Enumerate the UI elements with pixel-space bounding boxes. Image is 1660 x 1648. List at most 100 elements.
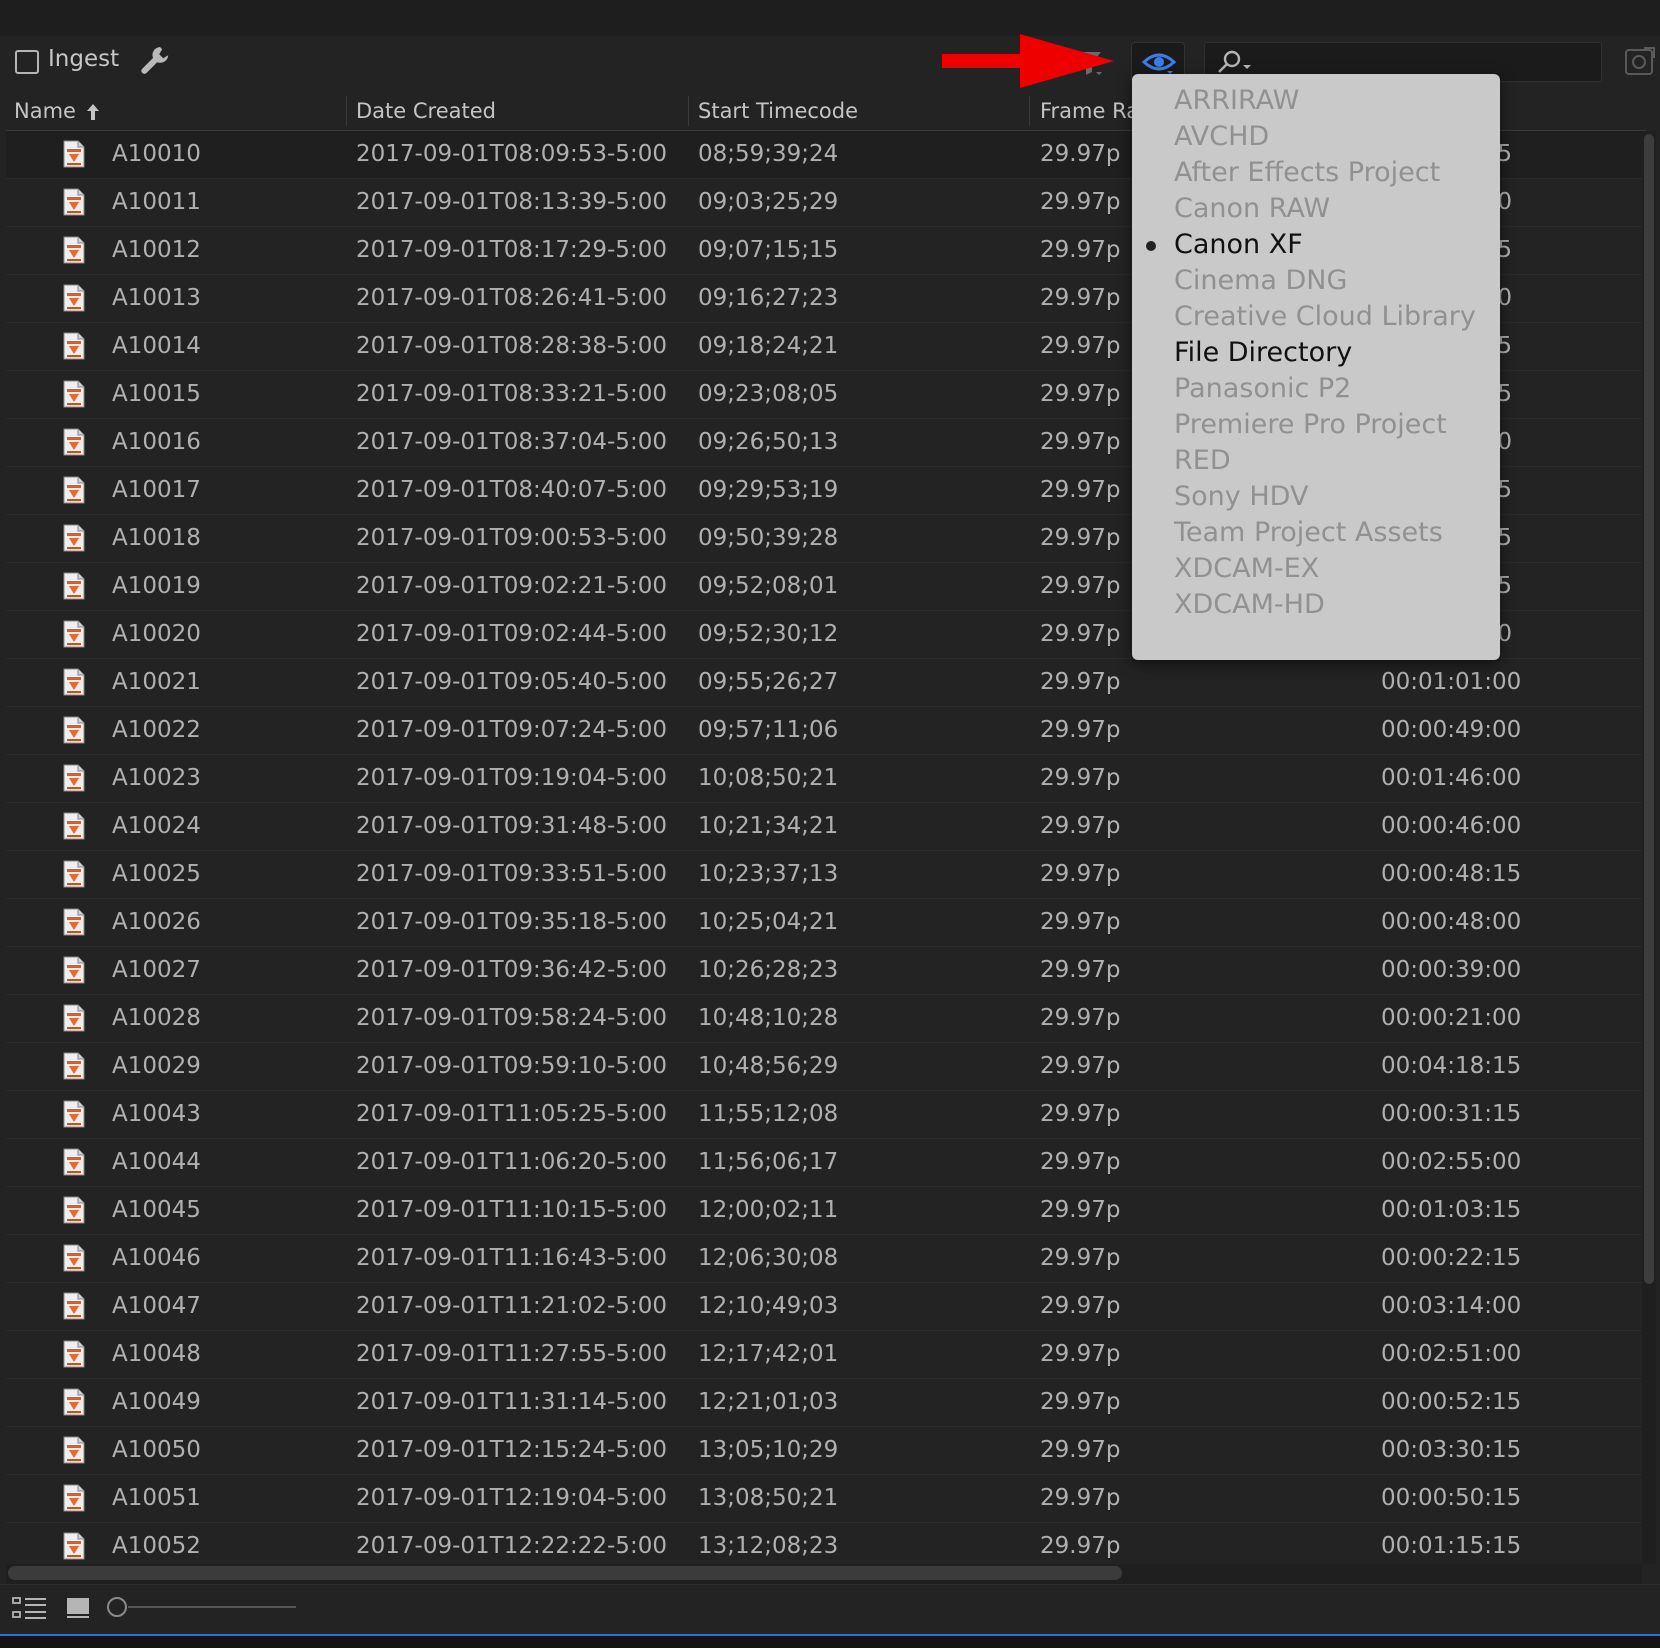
clip-media-duration: 00:03:14:00: [1381, 1293, 1522, 1319]
list-view-icon[interactable]: [12, 1596, 48, 1622]
bottom-strip: [0, 1636, 1660, 1648]
table-row[interactable]: A10046 2017-09-01T11:16:43-5:00 12;06;30…: [6, 1235, 1642, 1283]
table-row[interactable]: A10048 2017-09-01T11:27:55-5:00 12;17;42…: [6, 1331, 1642, 1379]
window-top-band: [0, 0, 1660, 36]
clip-frame-rate: 29.97p: [1040, 1293, 1121, 1319]
table-row[interactable]: A10024 2017-09-01T09:31:48-5:00 10;21;34…: [6, 803, 1642, 851]
clip-frame-rate: 29.97p: [1040, 1437, 1121, 1463]
clip-name: A10024: [112, 813, 201, 839]
column-header-date-created[interactable]: Date Created: [356, 92, 676, 130]
table-row[interactable]: A10026 2017-09-01T09:35:18-5:00 10;25;04…: [6, 899, 1642, 947]
clip-name: A10044: [112, 1149, 201, 1175]
clip-file-icon: [63, 956, 85, 984]
column-divider[interactable]: [1029, 96, 1030, 126]
format-option[interactable]: RED: [1174, 442, 1231, 480]
clip-start-timecode: 10;48;10;28: [698, 1005, 839, 1031]
clip-file-icon: [63, 860, 85, 888]
ingest-checkbox[interactable]: [15, 50, 39, 74]
clip-name: A10051: [112, 1485, 201, 1511]
clip-media-duration: 00:04:18:15: [1381, 1053, 1522, 1079]
format-option[interactable]: After Effects Project: [1174, 154, 1440, 192]
column-header-name[interactable]: Name: [14, 92, 324, 130]
table-row[interactable]: A10023 2017-09-01T09:19:04-5:00 10;08;50…: [6, 755, 1642, 803]
clip-file-icon: [63, 140, 85, 168]
clip-date-created: 2017-09-01T08:28:38-5:00: [356, 333, 667, 359]
clip-start-timecode: 09;29;53;19: [698, 477, 839, 503]
clip-start-timecode: 11;56;06;17: [698, 1149, 839, 1175]
format-option[interactable]: AVCHD: [1174, 118, 1269, 156]
clip-media-duration: 00:00:48:00: [1381, 909, 1522, 935]
clip-media-duration: 00:03:30:15: [1381, 1437, 1522, 1463]
clip-frame-rate: 29.97p: [1040, 1197, 1121, 1223]
clip-file-icon: [63, 524, 85, 552]
format-option[interactable]: Creative Cloud Library: [1174, 298, 1476, 336]
column-header-start-timecode[interactable]: Start Timecode: [698, 92, 1018, 130]
clip-name: A10047: [112, 1293, 201, 1319]
clip-media-duration: 00:00:49:00: [1381, 717, 1522, 743]
icon-view-icon[interactable]: [66, 1596, 90, 1620]
clip-frame-rate: 29.97p: [1040, 813, 1121, 839]
clip-name: A10046: [112, 1245, 201, 1271]
clip-start-timecode: 10;25;04;21: [698, 909, 839, 935]
clip-start-timecode: 12;17;42;01: [698, 1341, 839, 1367]
table-row[interactable]: A10051 2017-09-01T12:19:04-5:00 13;08;50…: [6, 1475, 1642, 1523]
format-option[interactable]: Premiere Pro Project: [1174, 406, 1447, 444]
zoom-slider[interactable]: [128, 1606, 296, 1608]
clip-frame-rate: 29.97p: [1040, 1149, 1121, 1175]
column-divider[interactable]: [346, 96, 347, 126]
clip-date-created: 2017-09-01T09:58:24-5:00: [356, 1005, 667, 1031]
clip-file-icon: [63, 1052, 85, 1080]
clip-frame-rate: 29.97p: [1040, 381, 1121, 407]
column-header-frame-rate[interactable]: Frame Ra: [1040, 92, 1140, 130]
clip-name: A10026: [112, 909, 201, 935]
wrench-icon[interactable]: [138, 44, 172, 78]
clip-file-icon: [63, 1244, 85, 1272]
table-row[interactable]: A10050 2017-09-01T12:15:24-5:00 13;05;10…: [6, 1427, 1642, 1475]
clip-file-icon: [63, 1100, 85, 1128]
table-row[interactable]: A10044 2017-09-01T11:06:20-5:00 11;56;06…: [6, 1139, 1642, 1187]
clip-name: A10029: [112, 1053, 201, 1079]
format-option[interactable]: XDCAM-EX: [1174, 550, 1319, 588]
table-row[interactable]: A10028 2017-09-01T09:58:24-5:00 10;48;10…: [6, 995, 1642, 1043]
table-row[interactable]: A10049 2017-09-01T11:31:14-5:00 12;21;01…: [6, 1379, 1642, 1427]
clip-date-created: 2017-09-01T09:35:18-5:00: [356, 909, 667, 935]
column-divider[interactable]: [688, 96, 689, 126]
table-row[interactable]: A10043 2017-09-01T11:05:25-5:00 11;55;12…: [6, 1091, 1642, 1139]
format-option[interactable]: Panasonic P2: [1174, 370, 1351, 408]
clip-start-timecode: 11;55;12;08: [698, 1101, 839, 1127]
table-row[interactable]: A10029 2017-09-01T09:59:10-5:00 10;48;56…: [6, 1043, 1642, 1091]
format-option[interactable]: File Directory: [1174, 334, 1352, 372]
table-row[interactable]: A10045 2017-09-01T11:10:15-5:00 12;00;02…: [6, 1187, 1642, 1235]
format-option[interactable]: XDCAM-HD: [1174, 586, 1325, 624]
format-option[interactable]: Team Project Assets: [1174, 514, 1443, 552]
clip-date-created: 2017-09-01T11:16:43-5:00: [356, 1245, 667, 1271]
clip-date-created: 2017-09-01T09:33:51-5:00: [356, 861, 667, 887]
format-option[interactable]: Canon XF: [1174, 226, 1303, 264]
horizontal-scrollbar-thumb[interactable]: [8, 1566, 1122, 1580]
format-option[interactable]: Cinema DNG: [1174, 262, 1347, 300]
table-row[interactable]: A10021 2017-09-01T09:05:40-5:00 09;55;26…: [6, 659, 1642, 707]
clip-date-created: 2017-09-01T11:10:15-5:00: [356, 1197, 667, 1223]
clip-name: A10019: [112, 573, 201, 599]
clip-date-created: 2017-09-01T11:06:20-5:00: [356, 1149, 667, 1175]
clip-name: A10013: [112, 285, 201, 311]
clip-frame-rate: 29.97p: [1040, 957, 1121, 983]
table-row[interactable]: A10052 2017-09-01T12:22:22-5:00 13;12;08…: [6, 1523, 1642, 1564]
clip-media-duration: 00:02:55:00: [1381, 1149, 1522, 1175]
table-row[interactable]: A10047 2017-09-01T11:21:02-5:00 12;10;49…: [6, 1283, 1642, 1331]
table-row[interactable]: A10025 2017-09-01T09:33:51-5:00 10;23;37…: [6, 851, 1642, 899]
clip-file-icon: [63, 668, 85, 696]
format-option[interactable]: Sony HDV: [1174, 478, 1308, 516]
clip-media-duration: 00:00:48:15: [1381, 861, 1522, 887]
format-option[interactable]: ARRIRAW: [1174, 82, 1299, 120]
clip-date-created: 2017-09-01T11:27:55-5:00: [356, 1341, 667, 1367]
sort-ascending-icon: [86, 104, 99, 120]
clip-date-created: 2017-09-01T08:33:21-5:00: [356, 381, 667, 407]
format-option[interactable]: Canon RAW: [1174, 190, 1330, 228]
vertical-scrollbar-thumb[interactable]: [1644, 134, 1654, 1284]
clip-name: A10010: [112, 141, 201, 167]
table-row[interactable]: A10027 2017-09-01T09:36:42-5:00 10;26;28…: [6, 947, 1642, 995]
zoom-slider-handle[interactable]: [107, 1597, 127, 1617]
table-row[interactable]: A10022 2017-09-01T09:07:24-5:00 09;57;11…: [6, 707, 1642, 755]
panel-menu-icon[interactable]: [1624, 44, 1656, 78]
